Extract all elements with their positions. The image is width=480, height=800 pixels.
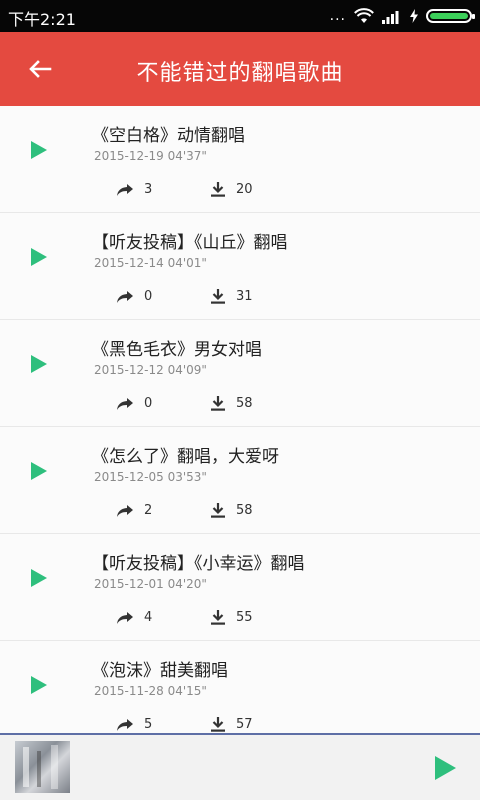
share-arrow-icon	[117, 611, 133, 624]
song-list-item[interactable]: 《空白格》动情翻唱 2015-12-19 04'37" 3 20	[0, 106, 480, 213]
song-title[interactable]: 【听友投稿】《山丘》翻唱	[92, 228, 288, 253]
signal-icon	[382, 11, 399, 24]
battery-icon	[426, 9, 475, 23]
song-meta: 2015-12-12 04'09"	[94, 363, 207, 377]
song-title[interactable]: 《黑色毛衣》男女对唱	[92, 335, 262, 360]
song-duration: 03'53"	[167, 470, 207, 484]
status-time: 下午2:21	[8, 10, 76, 29]
download-icon	[211, 289, 225, 304]
song-meta: 2015-12-01 04'20"	[94, 577, 207, 591]
song-meta: 2015-12-05 03'53"	[94, 470, 207, 484]
download-button[interactable]: 58	[210, 396, 253, 411]
download-button[interactable]: 20	[210, 182, 253, 197]
download-button[interactable]: 57	[210, 717, 253, 732]
share-arrow-icon	[117, 718, 133, 731]
download-icon	[211, 396, 225, 411]
play-icon[interactable]	[30, 354, 48, 374]
share-count: 2	[144, 503, 153, 518]
download-button[interactable]: 31	[210, 289, 253, 304]
download-button[interactable]: 55	[210, 610, 253, 625]
song-date: 2015-12-12	[94, 363, 164, 377]
share-button[interactable]: 0	[116, 289, 152, 304]
status-bar: 下午2:21 ...	[0, 0, 480, 32]
notification-dots: ...	[329, 8, 346, 24]
share-count: 5	[144, 717, 153, 732]
share-arrow-icon	[117, 397, 133, 410]
song-date: 2015-11-28	[94, 684, 164, 698]
song-meta: 2015-12-14 04'01"	[94, 256, 207, 270]
play-icon[interactable]	[30, 568, 48, 588]
charging-icon	[410, 9, 418, 23]
song-list-item[interactable]: 《黑色毛衣》男女对唱 2015-12-12 04'09" 0 58	[0, 320, 480, 427]
share-button[interactable]: 3	[116, 182, 152, 197]
song-title[interactable]: 【听友投稿】《小幸运》翻唱	[92, 549, 305, 574]
song-title[interactable]: 《泡沫》甜美翻唱	[92, 656, 228, 681]
song-duration: 04'09"	[167, 363, 207, 377]
song-duration: 04'15"	[167, 684, 207, 698]
share-count: 3	[144, 182, 153, 197]
album-cover[interactable]	[15, 741, 70, 793]
play-icon[interactable]	[30, 675, 48, 695]
share-arrow-icon	[117, 183, 133, 196]
play-icon[interactable]	[30, 461, 48, 481]
song-list-item[interactable]: 《怎么了》翻唱，大爱呀 2015-12-05 03'53" 2 58	[0, 427, 480, 534]
song-duration: 04'01"	[167, 256, 207, 270]
share-count: 4	[144, 610, 153, 625]
song-list[interactable]: 《空白格》动情翻唱 2015-12-19 04'37" 3 20 【听友投稿】《山丘》翻…	[0, 106, 480, 733]
wifi-icon	[354, 8, 374, 23]
app-header: 不能错过的翻唱歌曲	[0, 32, 480, 106]
download-icon	[211, 503, 225, 518]
share-arrow-icon	[117, 504, 133, 517]
play-icon[interactable]	[433, 755, 457, 781]
song-meta: 2015-11-28 04'15"	[94, 684, 207, 698]
download-count: 58	[236, 503, 253, 518]
page-title: 不能错过的翻唱歌曲	[136, 61, 344, 86]
song-date: 2015-12-05	[94, 470, 164, 484]
mini-player[interactable]	[0, 733, 480, 800]
download-button[interactable]: 58	[210, 503, 253, 518]
download-count: 31	[236, 289, 253, 304]
song-duration: 04'20"	[167, 577, 207, 591]
share-count: 0	[144, 289, 153, 304]
song-list-item[interactable]: 【听友投稿】《山丘》翻唱 2015-12-14 04'01" 0 31	[0, 213, 480, 320]
battery-level	[430, 13, 468, 19]
share-button[interactable]: 4	[116, 610, 152, 625]
play-icon[interactable]	[30, 140, 48, 160]
share-button[interactable]: 0	[116, 396, 152, 411]
download-count: 20	[236, 182, 253, 197]
download-count: 57	[236, 717, 253, 732]
share-button[interactable]: 2	[116, 503, 152, 518]
song-meta: 2015-12-19 04'37"	[94, 149, 207, 163]
song-duration: 04'37"	[167, 149, 207, 163]
download-icon	[211, 610, 225, 625]
download-count: 55	[236, 610, 253, 625]
song-title[interactable]: 《空白格》动情翻唱	[92, 121, 245, 146]
song-date: 2015-12-01	[94, 577, 164, 591]
song-list-item[interactable]: 【听友投稿】《小幸运》翻唱 2015-12-01 04'20" 4 55	[0, 534, 480, 641]
play-icon[interactable]	[30, 247, 48, 267]
song-title[interactable]: 《怎么了》翻唱，大爱呀	[92, 442, 279, 467]
status-icons: ...	[329, 8, 475, 24]
share-button[interactable]: 5	[116, 717, 152, 732]
download-icon	[211, 717, 225, 732]
download-icon	[211, 182, 225, 197]
download-count: 58	[236, 396, 253, 411]
song-date: 2015-12-19	[94, 149, 164, 163]
share-count: 0	[144, 396, 153, 411]
share-arrow-icon	[117, 290, 133, 303]
song-list-item[interactable]: 《泡沫》甜美翻唱 2015-11-28 04'15" 5 57	[0, 641, 480, 733]
song-date: 2015-12-14	[94, 256, 164, 270]
